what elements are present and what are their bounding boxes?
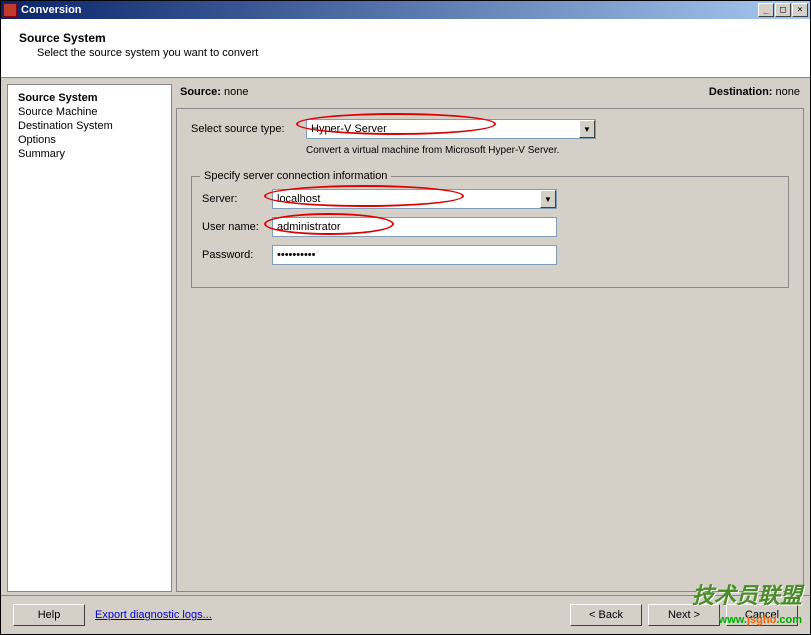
password-label: Password: — [202, 249, 272, 261]
wizard-header: Source System Select the source system y… — [1, 19, 810, 78]
conversion-window: Conversion _ □ × Source System Select th… — [0, 0, 811, 635]
wizard-body: Source System Source Machine Destination… — [1, 78, 810, 598]
status-row: Source: none Destination: none — [176, 84, 804, 108]
back-button[interactable]: < Back — [570, 604, 642, 626]
close-button[interactable]: × — [792, 3, 808, 17]
step-options[interactable]: Options — [18, 133, 161, 147]
server-label: Server: — [202, 193, 272, 205]
steps-sidebar: Source System Source Machine Destination… — [7, 84, 172, 592]
source-type-label: Select source type: — [191, 123, 306, 135]
next-button[interactable]: Next > — [648, 604, 720, 626]
source-label: Source: — [180, 86, 221, 98]
source-type-description: Convert a virtual machine from Microsoft… — [306, 145, 789, 156]
step-source-system[interactable]: Source System — [18, 91, 161, 105]
window-title: Conversion — [21, 4, 758, 16]
step-summary[interactable]: Summary — [18, 147, 161, 161]
window-controls: _ □ × — [758, 3, 808, 17]
username-label: User name: — [202, 221, 272, 233]
step-source-machine[interactable]: Source Machine — [18, 105, 161, 119]
server-input[interactable] — [272, 189, 557, 209]
source-value: none — [224, 86, 248, 98]
page-title: Source System — [19, 31, 792, 45]
form-panel: Select source type: ▼ Convert a virtual … — [176, 108, 804, 592]
wizard-footer: Help Export diagnostic logs... < Back Ne… — [1, 595, 810, 634]
destination-label: Destination: — [709, 86, 773, 98]
help-button[interactable]: Help — [13, 604, 85, 626]
export-logs-link[interactable]: Export diagnostic logs... — [95, 609, 212, 621]
titlebar[interactable]: Conversion _ □ × — [1, 1, 810, 19]
password-input[interactable] — [272, 245, 557, 265]
connection-fieldset: Specify server connection information Se… — [191, 176, 789, 288]
cancel-button[interactable]: Cancel — [726, 604, 798, 626]
main-panel: Source: none Destination: none Select so… — [176, 84, 804, 592]
step-destination-system[interactable]: Destination System — [18, 119, 161, 133]
username-input[interactable] — [272, 217, 557, 237]
maximize-button[interactable]: □ — [775, 3, 791, 17]
source-type-select[interactable] — [306, 119, 596, 139]
fieldset-legend: Specify server connection information — [200, 170, 391, 182]
app-icon — [3, 3, 17, 17]
destination-value: none — [776, 86, 800, 98]
page-subtitle: Select the source system you want to con… — [37, 47, 792, 59]
minimize-button[interactable]: _ — [758, 3, 774, 17]
